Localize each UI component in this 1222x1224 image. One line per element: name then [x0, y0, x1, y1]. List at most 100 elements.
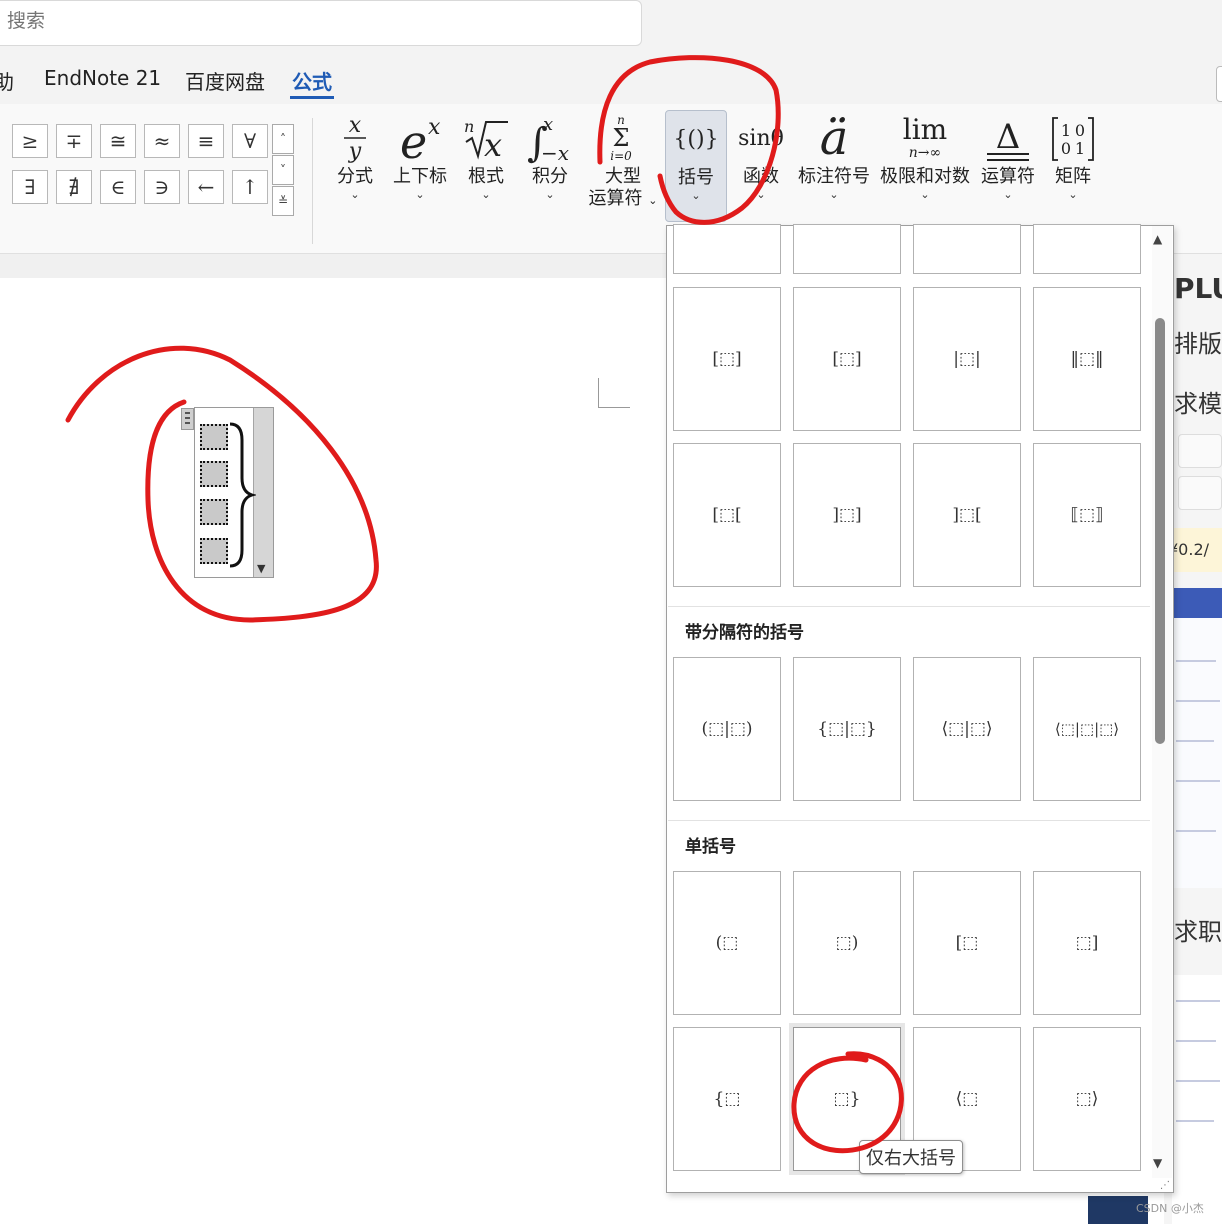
fraction-button[interactable]: xy 分式 ⌄ [332, 110, 378, 222]
symbol-cell[interactable]: ∄ [56, 170, 92, 204]
symbol-cell[interactable]: ∈ [100, 170, 136, 204]
symbol-cell[interactable]: ≈ [144, 124, 180, 158]
symbol-cell[interactable]: ≡ [188, 124, 224, 158]
scrollbar-thumb[interactable] [1155, 318, 1165, 744]
symbol-gallery: ≥ ∓ ≅ ≈ ≡ ∀ ∃ ∄ ∈ ∋ ← ↑ [0, 124, 270, 216]
gallery-more-button[interactable]: ≚ [272, 186, 294, 216]
accent-icon: ä [819, 110, 849, 166]
placeholder-slot[interactable] [200, 499, 228, 525]
page-margin-marker [598, 378, 630, 408]
symbol-cell[interactable]: ∃ [12, 170, 48, 204]
svg-text:x: x [428, 115, 441, 140]
chevron-down-icon: ⌄ [691, 189, 701, 202]
large-operator-button[interactable]: n Σi=0 大型 运算符 ⌄ [586, 110, 660, 222]
function-button[interactable]: sinθ 函数 ⌄ [737, 110, 785, 222]
panel-button[interactable] [1178, 476, 1222, 510]
tab-help[interactable]: 助 [0, 66, 14, 95]
integral-icon: ∫ x −x [525, 110, 575, 166]
radical-button[interactable]: nx 根式 ⌄ [462, 110, 510, 222]
symbol-cell[interactable]: ≅ [100, 124, 136, 158]
scroll-down-icon[interactable]: ▼ [1153, 1156, 1162, 1170]
limit-log-button[interactable]: lim n→∞ 极限和对数 ⌄ [878, 110, 972, 222]
gallery-item[interactable]: {⬚|⬚} [793, 657, 901, 801]
panel-text: 排版工 [1174, 330, 1222, 358]
gallery-item[interactable]: ⬚) [793, 871, 901, 1015]
gallery-item[interactable]: ⬚⟩ [1033, 1027, 1141, 1171]
bracket-button[interactable]: {()} 括号 ⌄ [665, 110, 727, 222]
gallery-item[interactable]: ⟨⬚|⬚|⬚⟩ [1033, 657, 1141, 801]
gallery-item[interactable]: ⟦⬚⟧ [1033, 443, 1141, 587]
svg-text:0: 0 [1061, 139, 1071, 158]
svg-text:x: x [349, 113, 362, 138]
section-title: 带分隔符的括号 [685, 623, 804, 643]
superscript-icon: ex [391, 110, 449, 166]
chevron-down-icon[interactable]: ▼ [257, 562, 265, 575]
chevron-down-icon: ⌄ [756, 188, 766, 201]
matrix-button[interactable]: 1001 矩阵 ⌄ [1048, 110, 1098, 222]
accent-button[interactable]: ä 标注符号 ⌄ [796, 110, 872, 222]
svg-text:n: n [464, 117, 474, 136]
gallery-item[interactable]: ]⬚[ [913, 443, 1021, 587]
gallery-up-button[interactable]: ˄ [272, 124, 294, 154]
gallery-item[interactable] [1033, 224, 1141, 274]
equation-drag-handle[interactable] [181, 408, 194, 430]
gallery-item[interactable]: [⬚] [673, 287, 781, 431]
svg-text:x: x [484, 126, 502, 164]
symbol-cell[interactable]: ∀ [232, 124, 268, 158]
chevron-down-icon: ⌄ [545, 188, 555, 201]
title-bar: 助 EndNote 21 百度网盘 公式 [0, 0, 1222, 104]
template-thumbnail[interactable] [1172, 975, 1222, 1224]
symbol-cell[interactable]: ∋ [144, 170, 180, 204]
gallery-item[interactable]: (⬚ [673, 871, 781, 1015]
symbol-cell[interactable]: ∓ [56, 124, 92, 158]
gallery-item[interactable] [673, 224, 781, 274]
limit-icon: lim n→∞ [902, 113, 948, 162]
placeholder-slot[interactable] [200, 424, 228, 450]
panel-button[interactable] [1178, 434, 1222, 468]
gallery-item[interactable]: {⬚ [673, 1027, 781, 1171]
document-page[interactable] [0, 278, 760, 1224]
search-input[interactable] [7, 11, 567, 33]
gallery-item[interactable]: [⬚[ [673, 443, 781, 587]
matrix-icon: 1001 [1048, 110, 1098, 166]
svg-text:Δ: Δ [996, 117, 1021, 157]
gallery-item[interactable]: [⬚] [793, 287, 901, 431]
gallery-item[interactable]: ⬚] [1033, 871, 1141, 1015]
resize-grip-icon[interactable]: ⋰ [1160, 1180, 1170, 1191]
equation-options-bar[interactable] [253, 408, 273, 577]
tab-equation[interactable]: 公式 [290, 66, 334, 99]
svg-text:x: x [543, 114, 553, 135]
gallery-item[interactable]: ⟨⬚|⬚⟩ [913, 657, 1021, 801]
gallery-item[interactable]: |⬚| [913, 287, 1021, 431]
panel-heading: PLU [1174, 272, 1222, 305]
svg-text:−x: −x [541, 141, 569, 164]
tab-baidu-netdisk[interactable]: 百度网盘 [185, 66, 265, 95]
script-button[interactable]: ex 上下标 ⌄ [391, 110, 449, 222]
placeholder-slot[interactable] [200, 461, 228, 487]
gallery-item[interactable] [793, 224, 901, 274]
gallery-item[interactable]: (⬚|⬚) [673, 657, 781, 801]
symbol-cell[interactable]: ← [188, 170, 224, 204]
tab-endnote[interactable]: EndNote 21 [44, 66, 161, 90]
gallery-down-button[interactable]: ˅ [272, 155, 294, 185]
scroll-up-icon[interactable]: ▲ [1153, 232, 1162, 246]
gallery-item[interactable]: ]⬚] [793, 443, 901, 587]
integral-button[interactable]: ∫ x −x 积分 ⌄ [525, 110, 575, 222]
svg-text:Σ: Σ [613, 124, 630, 152]
symbol-cell[interactable]: ↑ [232, 170, 268, 204]
svg-text:1: 1 [1075, 139, 1085, 158]
share-button[interactable] [1216, 66, 1222, 102]
gallery-item[interactable]: [⬚ [913, 871, 1021, 1015]
chevron-down-icon: ⌄ [1068, 188, 1078, 201]
symbol-cell[interactable]: ≥ [12, 124, 48, 158]
placeholder-slot[interactable] [200, 538, 228, 564]
function-icon: sinθ [738, 125, 784, 151]
search-box[interactable] [0, 0, 642, 46]
panel-text: 求模板 [1174, 390, 1222, 418]
svg-text:0: 0 [1075, 121, 1085, 140]
gallery-item[interactable] [913, 224, 1021, 274]
operator-button[interactable]: Δ 运算符 ⌄ [978, 110, 1038, 222]
template-thumbnail[interactable] [1172, 588, 1222, 888]
gallery-item[interactable]: ‖⬚‖ [1033, 287, 1141, 431]
tooltip: 仅右大括号 [859, 1140, 963, 1174]
